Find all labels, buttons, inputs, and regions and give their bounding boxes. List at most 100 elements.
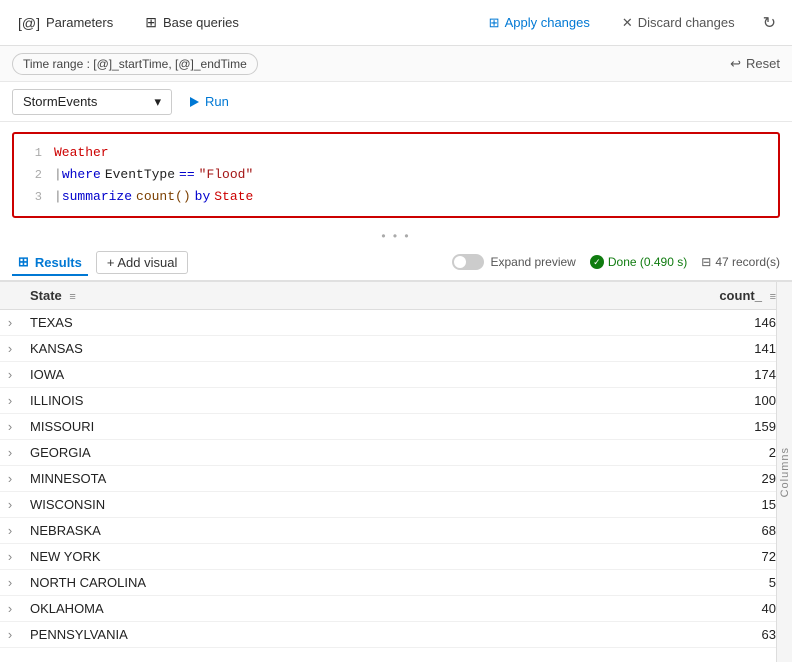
state-col-header[interactable]: State ≡	[20, 282, 500, 310]
main-content: State ≡ count_ ≡ › TEXAS 146 › KANSAS 14…	[0, 282, 792, 662]
table-row[interactable]: › PENNSYLVANIA 63	[0, 622, 792, 648]
row-count: 5	[500, 570, 792, 596]
expand-preview-toggle[interactable]: Expand preview	[452, 254, 575, 270]
row-expand-icon[interactable]: ›	[0, 570, 20, 596]
count-col-header[interactable]: count_ ≡	[500, 282, 792, 310]
table-row[interactable]: › OKLAHOMA 40	[0, 596, 792, 622]
dataset-dropdown[interactable]: StormEvents ▾	[12, 89, 172, 115]
row-state: TEXAS	[20, 310, 500, 336]
table-row[interactable]: › ILLINOIS 100	[0, 388, 792, 414]
columns-panel-label[interactable]: Columns	[779, 447, 791, 497]
run-label: Run	[205, 94, 229, 109]
row-state: MISSOURI	[20, 414, 500, 440]
row-count: 174	[500, 362, 792, 388]
table-row[interactable]: › NORTH CAROLINA 5	[0, 570, 792, 596]
row-state: GEORGIA	[20, 440, 500, 466]
row-expand-icon[interactable]: ›	[0, 492, 20, 518]
add-visual-button[interactable]: + Add visual	[96, 251, 188, 274]
base-queries-icon: ⊞	[145, 14, 157, 31]
run-button[interactable]: Run	[182, 90, 237, 113]
table-row[interactable]: › WISCONSIN 15	[0, 492, 792, 518]
code-line-1: 1 Weather	[18, 142, 774, 164]
add-visual-label: + Add visual	[107, 255, 177, 270]
discard-changes-button[interactable]: ✕ Discard changes	[614, 11, 743, 35]
code-where-kw: where	[62, 164, 101, 186]
status-done: ✓ Done (0.490 s)	[590, 255, 687, 269]
apply-changes-button[interactable]: ⊞ Apply changes	[481, 11, 598, 35]
discard-icon: ✕	[622, 15, 633, 31]
check-icon: ✓	[590, 255, 604, 269]
refresh-button[interactable]: ↻	[759, 9, 780, 37]
code-state-field: State	[214, 186, 253, 208]
apply-icon: ⊞	[489, 15, 500, 31]
count-col-label: count_	[719, 288, 762, 303]
row-count: 63	[500, 622, 792, 648]
row-expand-icon[interactable]: ›	[0, 362, 20, 388]
row-expand-icon[interactable]: ›	[0, 414, 20, 440]
parameters-tab[interactable]: [@] Parameters	[12, 11, 119, 35]
row-expand-icon[interactable]: ›	[0, 596, 20, 622]
records-icon: ⊟	[701, 255, 711, 269]
status-label: Done (0.490 s)	[608, 255, 687, 269]
row-expand-icon[interactable]: ›	[0, 544, 20, 570]
toggle-switch[interactable]	[452, 254, 484, 270]
row-state: OKLAHOMA	[20, 596, 500, 622]
row-count: 146	[500, 310, 792, 336]
row-expand-icon[interactable]: ›	[0, 622, 20, 648]
table-row[interactable]: › NEW YORK 72	[0, 544, 792, 570]
row-expand-icon[interactable]: ›	[0, 518, 20, 544]
table-row[interactable]: › IOWA 174	[0, 362, 792, 388]
row-count: 141	[500, 336, 792, 362]
row-state: MINNESOTA	[20, 466, 500, 492]
row-expand-icon[interactable]: ›	[0, 466, 20, 492]
row-expand-icon[interactable]: ›	[0, 336, 20, 362]
reset-button[interactable]: ↩ Reset	[730, 56, 780, 72]
code-eventtype-field: EventType	[105, 164, 175, 186]
row-count: 29	[500, 466, 792, 492]
code-line-3: 3 | summarize count() by State	[18, 186, 774, 208]
row-count: 15	[500, 492, 792, 518]
base-queries-tab[interactable]: ⊞ Base queries	[139, 10, 245, 35]
results-tab-label: Results	[35, 255, 82, 270]
row-expand-icon[interactable]: ›	[0, 440, 20, 466]
table-wrapper[interactable]: State ≡ count_ ≡ › TEXAS 146 › KANSAS 14…	[0, 282, 792, 662]
code-editor[interactable]: 1 Weather 2 | where EventType == "Flood"…	[12, 132, 780, 218]
line-num-3: 3	[22, 186, 42, 208]
top-toolbar: [@] Parameters ⊞ Base queries ⊞ Apply ch…	[0, 0, 792, 46]
table-row[interactable]: › MINNESOTA 29	[0, 466, 792, 492]
row-state: IOWA	[20, 362, 500, 388]
row-state: NEW YORK	[20, 544, 500, 570]
query-bar: StormEvents ▾ Run	[0, 82, 792, 122]
code-by-kw: by	[195, 186, 211, 208]
results-tab[interactable]: ⊞ Results	[12, 250, 88, 276]
row-count: 2	[500, 440, 792, 466]
table-body: › TEXAS 146 › KANSAS 141 › IOWA 174 › IL…	[0, 310, 792, 648]
records-label: 47 record(s)	[715, 255, 780, 269]
toolbar-left: [@] Parameters ⊞ Base queries	[12, 10, 461, 35]
time-range-pill[interactable]: Time range : [@]_startTime, [@]_endTime	[12, 53, 258, 75]
row-state: NEBRASKA	[20, 518, 500, 544]
state-col-menu-icon[interactable]: ≡	[69, 291, 75, 303]
table-header-row: State ≡ count_ ≡	[0, 282, 792, 310]
row-expand-icon[interactable]: ›	[0, 310, 20, 336]
drag-handle[interactable]: • • •	[0, 228, 792, 244]
results-right: Expand preview ✓ Done (0.490 s) ⊟ 47 rec…	[452, 254, 780, 270]
row-expand-icon[interactable]: ›	[0, 388, 20, 414]
row-count: 72	[500, 544, 792, 570]
time-range-label: Time range : [@]_startTime, [@]_endTime	[23, 57, 247, 71]
table-row[interactable]: › NEBRASKA 68	[0, 518, 792, 544]
row-count: 40	[500, 596, 792, 622]
discard-label: Discard changes	[638, 15, 735, 30]
reset-label: Reset	[746, 56, 780, 71]
dataset-name: StormEvents	[23, 94, 97, 109]
table-row[interactable]: › GEORGIA 2	[0, 440, 792, 466]
line-num-1: 1	[22, 142, 42, 164]
table-row[interactable]: › MISSOURI 159	[0, 414, 792, 440]
table-row[interactable]: › TEXAS 146	[0, 310, 792, 336]
code-count-fn: count()	[136, 186, 191, 208]
columns-panel[interactable]: Columns	[776, 282, 792, 662]
table-row[interactable]: › KANSAS 141	[0, 336, 792, 362]
code-line-2: 2 | where EventType == "Flood"	[18, 164, 774, 186]
dropdown-arrow-icon: ▾	[154, 94, 161, 110]
code-summarize-kw: summarize	[62, 186, 132, 208]
